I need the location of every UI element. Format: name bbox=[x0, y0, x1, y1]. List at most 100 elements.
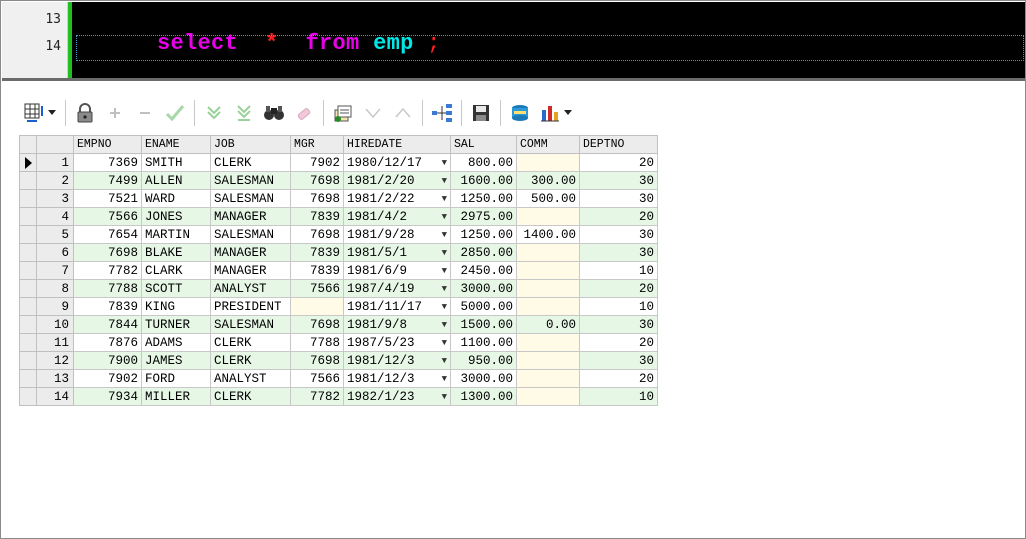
cell-comm[interactable]: 0.00 bbox=[516, 315, 580, 334]
cell-job[interactable]: CLERK bbox=[210, 351, 291, 370]
date-dropdown-icon[interactable]: ▼ bbox=[442, 248, 447, 258]
cell-empno[interactable]: 7369 bbox=[73, 153, 142, 172]
print-icon[interactable] bbox=[507, 100, 533, 126]
date-dropdown-icon[interactable]: ▼ bbox=[442, 266, 447, 276]
cell-deptno[interactable]: 20 bbox=[579, 153, 658, 172]
cell-deptno[interactable]: 30 bbox=[579, 315, 658, 334]
cell-deptno[interactable]: 20 bbox=[579, 279, 658, 298]
cell-empno[interactable]: 7876 bbox=[73, 333, 142, 352]
cell-mgr[interactable]: 7839 bbox=[290, 243, 344, 262]
cell-comm[interactable] bbox=[516, 261, 580, 280]
post-changes-icon[interactable] bbox=[162, 100, 188, 126]
cell-sal[interactable]: 1500.00 bbox=[450, 315, 517, 334]
cell-job[interactable]: CLERK bbox=[210, 153, 291, 172]
save-icon[interactable] bbox=[468, 100, 494, 126]
cell-job[interactable]: MANAGER bbox=[210, 243, 291, 262]
sql-editor[interactable]: 13 14 select * from emp ; bbox=[2, 2, 1025, 78]
column-header-hiredate[interactable]: HIREDATE bbox=[343, 135, 451, 154]
cell-ename[interactable]: TURNER bbox=[141, 315, 211, 334]
column-header-empno[interactable]: EMPNO bbox=[73, 135, 142, 154]
cell-comm[interactable] bbox=[516, 387, 580, 406]
cell-empno[interactable]: 7698 bbox=[73, 243, 142, 262]
cell-ename[interactable]: BLAKE bbox=[141, 243, 211, 262]
row-number[interactable]: 7 bbox=[36, 261, 74, 280]
cell-job[interactable]: ANALYST bbox=[210, 369, 291, 388]
cell-deptno[interactable]: 20 bbox=[579, 333, 658, 352]
cell-hiredate[interactable]: 1981/11/17 ▼ bbox=[343, 297, 451, 316]
cell-hiredate[interactable]: 1981/5/1 ▼ bbox=[343, 243, 451, 262]
row-indicator[interactable] bbox=[19, 171, 37, 190]
cell-mgr[interactable]: 7566 bbox=[290, 279, 344, 298]
cell-hiredate[interactable]: 1987/5/23 ▼ bbox=[343, 333, 451, 352]
cell-ename[interactable]: MILLER bbox=[141, 387, 211, 406]
cell-sal[interactable]: 1250.00 bbox=[450, 225, 517, 244]
cell-ename[interactable]: WARD bbox=[141, 189, 211, 208]
cell-job[interactable]: SALESMAN bbox=[210, 189, 291, 208]
cell-mgr[interactable]: 7698 bbox=[290, 351, 344, 370]
query-by-example-icon[interactable] bbox=[261, 100, 287, 126]
next-record-icon[interactable] bbox=[390, 100, 416, 126]
cell-ename[interactable]: KING bbox=[141, 297, 211, 316]
cell-deptno[interactable]: 20 bbox=[579, 369, 658, 388]
cell-empno[interactable]: 7654 bbox=[73, 225, 142, 244]
cell-sal[interactable]: 2450.00 bbox=[450, 261, 517, 280]
cell-comm[interactable] bbox=[516, 207, 580, 226]
row-indicator[interactable] bbox=[19, 153, 37, 172]
cell-mgr[interactable]: 7698 bbox=[290, 189, 344, 208]
date-dropdown-icon[interactable]: ▼ bbox=[442, 284, 447, 294]
next-page-icon[interactable] bbox=[201, 100, 227, 126]
cell-mgr[interactable]: 7788 bbox=[290, 333, 344, 352]
cell-sal[interactable]: 2975.00 bbox=[450, 207, 517, 226]
row-indicator[interactable] bbox=[19, 189, 37, 208]
row-indicator[interactable] bbox=[19, 225, 37, 244]
table-row[interactable]: 9 7839 KING PRESIDENT 1981/11/17 ▼ 5000.00 10 bbox=[19, 297, 658, 316]
table-row[interactable]: 2 7499 ALLEN SALESMAN 7698 1981/2/20 ▼ 1600.00 3… bbox=[19, 171, 658, 190]
cell-deptno[interactable]: 30 bbox=[579, 171, 658, 190]
row-number[interactable]: 4 bbox=[36, 207, 74, 226]
row-number[interactable]: 13 bbox=[36, 369, 74, 388]
cell-deptno[interactable]: 10 bbox=[579, 297, 658, 316]
row-indicator[interactable] bbox=[19, 387, 37, 406]
cell-sal[interactable]: 5000.00 bbox=[450, 297, 517, 316]
row-indicator[interactable] bbox=[19, 333, 37, 352]
row-number[interactable]: 3 bbox=[36, 189, 74, 208]
cell-mgr[interactable] bbox=[290, 297, 344, 316]
chart-icon[interactable] bbox=[537, 100, 563, 126]
cell-hiredate[interactable]: 1987/4/19 ▼ bbox=[343, 279, 451, 298]
cell-empno[interactable]: 7788 bbox=[73, 279, 142, 298]
cell-mgr[interactable]: 7902 bbox=[290, 153, 344, 172]
tree-view-icon[interactable] bbox=[429, 100, 455, 126]
row-indicator[interactable] bbox=[19, 207, 37, 226]
cell-mgr[interactable]: 7839 bbox=[290, 207, 344, 226]
export-icon[interactable] bbox=[330, 100, 356, 126]
column-header-comm[interactable]: COMM bbox=[516, 135, 580, 154]
table-row[interactable]: 4 7566 JONES MANAGER 7839 1981/4/2 ▼ 2975.00 20 bbox=[19, 207, 658, 226]
chevron-down-icon[interactable] bbox=[563, 100, 573, 126]
row-number[interactable]: 1 bbox=[36, 153, 74, 172]
cell-comm[interactable] bbox=[516, 297, 580, 316]
cell-ename[interactable]: JAMES bbox=[141, 351, 211, 370]
date-dropdown-icon[interactable]: ▼ bbox=[442, 176, 447, 186]
previous-record-icon[interactable] bbox=[360, 100, 386, 126]
chevron-down-icon[interactable] bbox=[47, 100, 57, 126]
row-number[interactable]: 8 bbox=[36, 279, 74, 298]
cell-hiredate[interactable]: 1982/1/23 ▼ bbox=[343, 387, 451, 406]
cell-mgr[interactable]: 7698 bbox=[290, 171, 344, 190]
cell-hiredate[interactable]: 1981/12/3 ▼ bbox=[343, 351, 451, 370]
cell-empno[interactable]: 7839 bbox=[73, 297, 142, 316]
cell-mgr[interactable]: 7566 bbox=[290, 369, 344, 388]
row-number[interactable]: 6 bbox=[36, 243, 74, 262]
cell-deptno[interactable]: 10 bbox=[579, 261, 658, 280]
cell-job[interactable]: PRESIDENT bbox=[210, 297, 291, 316]
cell-sal[interactable]: 3000.00 bbox=[450, 369, 517, 388]
cell-hiredate[interactable]: 1981/12/3 ▼ bbox=[343, 369, 451, 388]
cell-job[interactable]: CLERK bbox=[210, 387, 291, 406]
table-row[interactable]: 13 7902 FORD ANALYST 7566 1981/12/3 ▼ 3000.00 20 bbox=[19, 369, 658, 388]
cell-hiredate[interactable]: 1981/4/2 ▼ bbox=[343, 207, 451, 226]
cell-ename[interactable]: ALLEN bbox=[141, 171, 211, 190]
cell-ename[interactable]: SCOTT bbox=[141, 279, 211, 298]
table-row[interactable]: 10 7844 TURNER SALESMAN 7698 1981/9/8 ▼ 1500.00… bbox=[19, 315, 658, 334]
column-header-mgr[interactable]: MGR bbox=[290, 135, 344, 154]
cell-job[interactable]: ANALYST bbox=[210, 279, 291, 298]
cell-deptno[interactable]: 30 bbox=[579, 189, 658, 208]
